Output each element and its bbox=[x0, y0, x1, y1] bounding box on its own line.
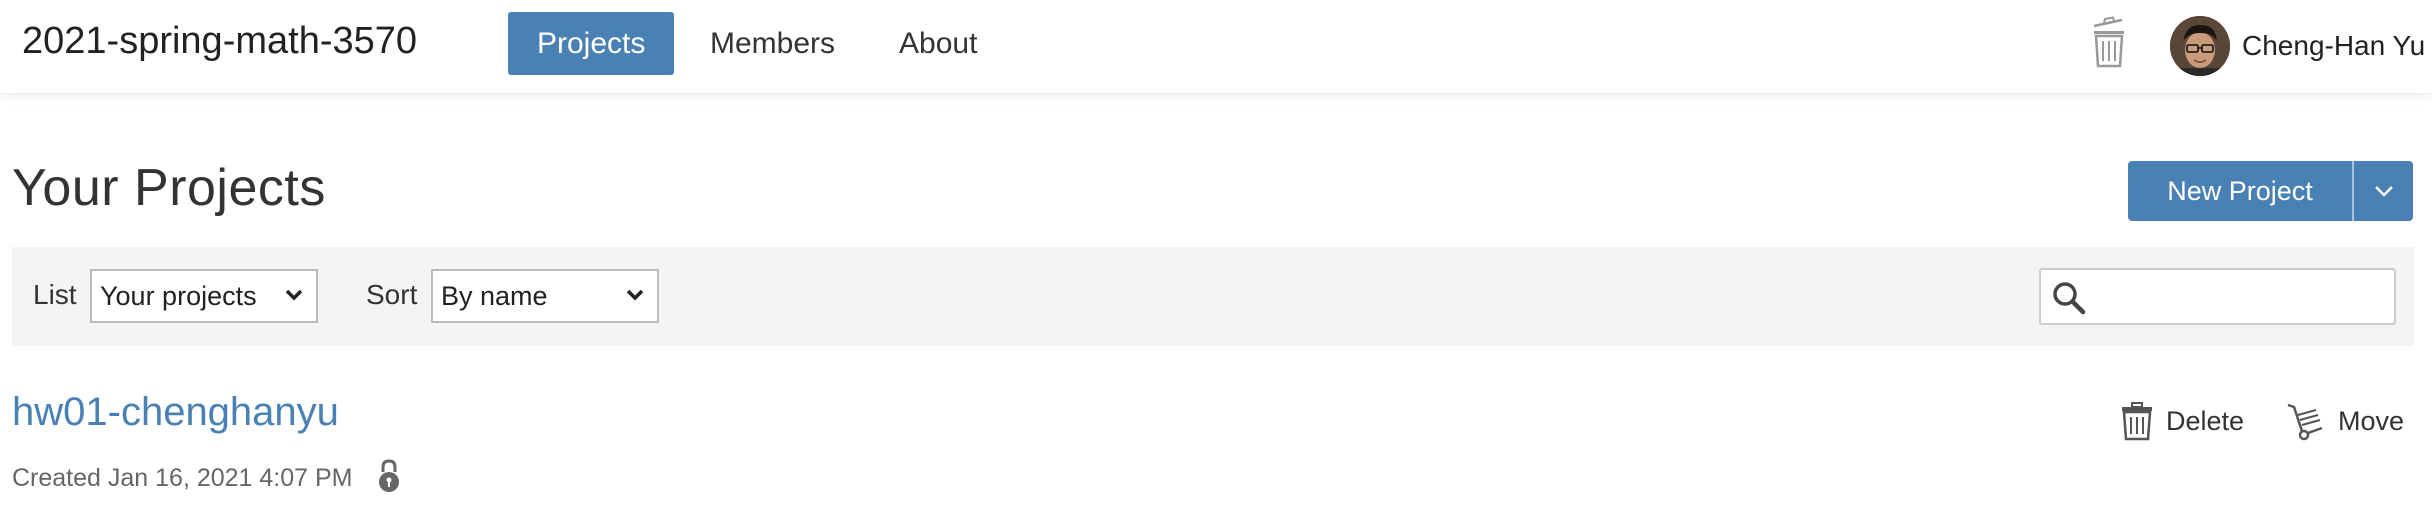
course-title[interactable]: 2021-spring-math-3570 bbox=[22, 20, 417, 63]
sort-select-value: By name bbox=[441, 281, 548, 311]
chevron-down-icon bbox=[2374, 186, 2393, 197]
move-button[interactable]: Move bbox=[2286, 398, 2404, 444]
page-title: Your Projects bbox=[12, 159, 326, 217]
search-input[interactable] bbox=[2039, 268, 2396, 325]
tab-about[interactable]: About bbox=[870, 12, 1006, 75]
hand-truck-icon bbox=[2287, 403, 2323, 441]
chevron-down-icon bbox=[285, 289, 303, 301]
trash-icon bbox=[2122, 402, 2152, 441]
top-navbar: 2021-spring-math-3570 Projects Members A… bbox=[0, 0, 2432, 94]
project-link[interactable]: hw01-chenghanyu bbox=[12, 390, 339, 435]
project-created-date: Created Jan 16, 2021 4:07 PM bbox=[12, 464, 353, 492]
new-project-button[interactable]: New Project bbox=[2128, 161, 2352, 221]
tab-projects[interactable]: Projects bbox=[508, 12, 675, 75]
tab-members[interactable]: Members bbox=[681, 12, 864, 75]
list-label: List bbox=[33, 279, 77, 310]
avatar[interactable] bbox=[2170, 16, 2230, 76]
filter-bar: List Your projects Sort By name bbox=[12, 247, 2414, 346]
new-project-button-group: New Project bbox=[2128, 161, 2413, 221]
delete-button[interactable]: Delete bbox=[2120, 398, 2244, 444]
search-icon bbox=[2053, 282, 2086, 315]
user-name[interactable]: Cheng-Han Yu bbox=[2242, 30, 2425, 62]
new-project-dropdown-button[interactable] bbox=[2352, 161, 2413, 221]
list-select[interactable]: Your projects bbox=[90, 269, 318, 323]
list-select-value: Your projects bbox=[100, 281, 257, 311]
chevron-down-icon bbox=[626, 289, 644, 301]
lock-icon bbox=[379, 459, 399, 492]
sort-label: Sort bbox=[366, 279, 418, 310]
sort-select[interactable]: By name bbox=[431, 269, 659, 323]
trash-icon[interactable] bbox=[2088, 16, 2130, 68]
delete-label: Delete bbox=[2166, 405, 2245, 436]
move-label: Move bbox=[2338, 405, 2405, 436]
